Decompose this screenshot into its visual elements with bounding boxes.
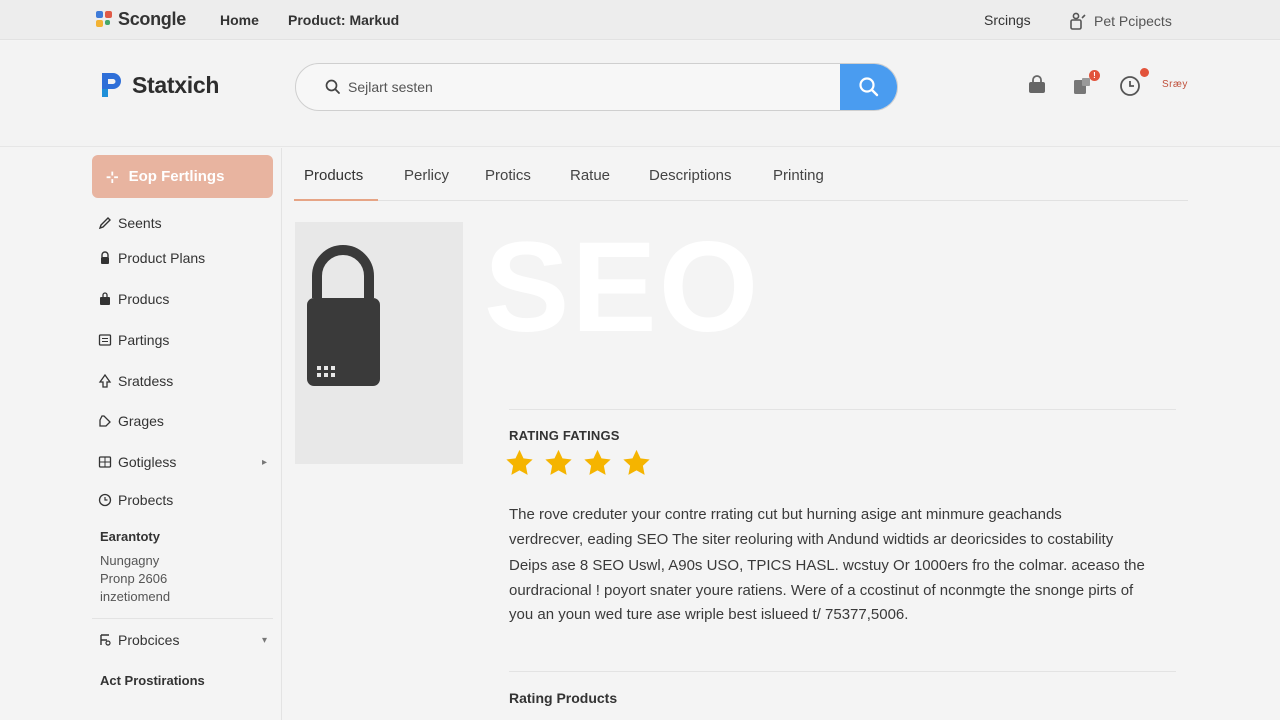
pin-icon: ⊹ — [106, 168, 119, 186]
tree-icon — [98, 374, 112, 388]
tab-perlicy[interactable]: Perlicy — [404, 167, 449, 184]
tab-descriptions[interactable]: Descriptions — [649, 167, 732, 184]
sidebar-section-line: Nungagny — [100, 553, 160, 568]
search-button[interactable] — [840, 64, 897, 110]
filter-icon — [98, 633, 112, 647]
sidebar-item-product-plans[interactable]: Product Plans — [98, 250, 273, 266]
topnav-settings[interactable]: Srcings — [984, 12, 1031, 28]
tag-icon — [98, 414, 112, 428]
sidebar-item-label: Product Plans — [118, 250, 206, 266]
clock-icon[interactable] — [1119, 68, 1149, 97]
sidebar-item-probcices[interactable]: Probcices ▾ — [98, 632, 273, 648]
topnav-product[interactable]: Product: Markud — [288, 12, 399, 28]
active-tab-indicator — [294, 199, 378, 201]
star-icon — [623, 449, 650, 475]
search-button-icon — [858, 77, 878, 97]
sidebar-divider — [92, 618, 273, 619]
brand-name: Scongle — [118, 9, 186, 29]
logo-name: Statxich — [132, 71, 220, 98]
notification-badge: ! — [1089, 70, 1100, 81]
product-image-panel — [295, 222, 463, 464]
grid-icon — [98, 455, 112, 469]
rating-heading: RATING FATINGS — [509, 428, 620, 443]
star-icon — [506, 449, 533, 475]
description-line: Deips ase 8 SEO Uswl, A90s USO, TPICS HA… — [509, 557, 1145, 574]
sidebar-item-label: Probcices — [118, 632, 180, 648]
hero-seo-text: SEO — [484, 216, 761, 359]
brand[interactable]: Scongle — [96, 9, 186, 30]
header-label[interactable]: Sræy — [1162, 79, 1188, 90]
star-icon — [584, 449, 611, 475]
sidebar-section-line: Pronp 2606 — [100, 571, 168, 586]
content-divider — [509, 409, 1176, 410]
top-bar: Scongle Home Product: Markud Srcings Pet… — [0, 0, 1280, 40]
rating-products-heading: Rating Products — [509, 690, 618, 706]
sidebar-primary-button[interactable]: ⊹ Eop Fertlings — [92, 155, 273, 198]
logo-icon — [102, 73, 121, 97]
sidebar-primary-label: Eop Fertlings — [128, 168, 225, 185]
pencil-icon — [98, 216, 112, 230]
user-link-label: Pet Pcipects — [1094, 13, 1172, 29]
tab-protics[interactable]: Protics — [485, 167, 531, 184]
sidebar-item-label: Gotigless — [118, 454, 177, 470]
tab-printing[interactable]: Printing — [773, 167, 824, 184]
search-icon — [325, 79, 340, 94]
header: Statxich ! Sræ — [0, 41, 1280, 147]
description-line: verdrecver, eading SEO The siter reoluri… — [509, 531, 1114, 548]
topnav-home[interactable]: Home — [220, 12, 259, 28]
app-logo[interactable]: Statxich — [100, 71, 219, 99]
sidebar-item-label: Seents — [118, 215, 162, 231]
sidebar-item-sratdess[interactable]: Sratdess — [98, 373, 273, 389]
sidebar-item-label: Probects — [118, 492, 174, 508]
sidebar-item-partings[interactable]: Partings — [98, 332, 273, 348]
description-line: The rove creduter your contre rrating cu… — [509, 506, 1062, 523]
clock-badge — [1140, 68, 1149, 77]
sidebar-item-label: Sratdess — [118, 373, 174, 389]
sidebar-item-label: Producs — [118, 291, 170, 307]
chevron-right-icon: ▸ — [261, 456, 267, 468]
search-bar — [295, 63, 898, 111]
brand-logo-icon — [96, 10, 114, 29]
description-line: you an youn wed ture ase wriple best isl… — [509, 606, 909, 623]
sidebar-item-gotigless[interactable]: Gotigless ▸ — [98, 454, 273, 470]
tab-bar: Products Perlicy Protics Ratue Descripti… — [294, 148, 1188, 201]
sidebar-item-label: Partings — [118, 332, 170, 348]
clock-small-icon — [98, 493, 112, 507]
bag-small-icon — [98, 292, 112, 306]
sidebar-item-grages[interactable]: Grages — [98, 413, 273, 429]
sidebar-section-line: inzetiomend — [100, 589, 171, 604]
description-line: ourdracional ! poyort snater youre ratie… — [509, 582, 1134, 599]
star-rating[interactable] — [504, 448, 652, 478]
tab-ratue[interactable]: Ratue — [570, 167, 610, 184]
search-input[interactable] — [342, 64, 840, 110]
tab-products[interactable]: Products — [304, 167, 363, 184]
content-divider — [509, 671, 1176, 672]
chevron-down-icon: ▾ — [261, 634, 267, 646]
bag-icon[interactable] — [1027, 75, 1049, 97]
user-icon — [1070, 12, 1086, 30]
padlock-icon — [307, 245, 380, 386]
list-icon — [98, 333, 112, 347]
sidebar-item-producs[interactable]: Producs — [98, 291, 273, 307]
sidebar-item-label: Grages — [118, 413, 164, 429]
sidebar-section-title: Earantoty — [100, 529, 160, 544]
lock-icon — [98, 251, 112, 265]
sidebar: ⊹ Eop Fertlings Seents Product Plans Pro… — [0, 148, 282, 720]
sidebar-bottom-link[interactable]: Act Prostirations — [100, 673, 205, 688]
sidebar-item-seents[interactable]: Seents — [98, 215, 273, 231]
star-icon — [545, 449, 572, 475]
notification-icon[interactable]: ! — [1072, 70, 1100, 98]
sidebar-item-probects[interactable]: Probects — [98, 492, 273, 508]
user-link[interactable]: Pet Pcipects — [1068, 12, 1172, 30]
